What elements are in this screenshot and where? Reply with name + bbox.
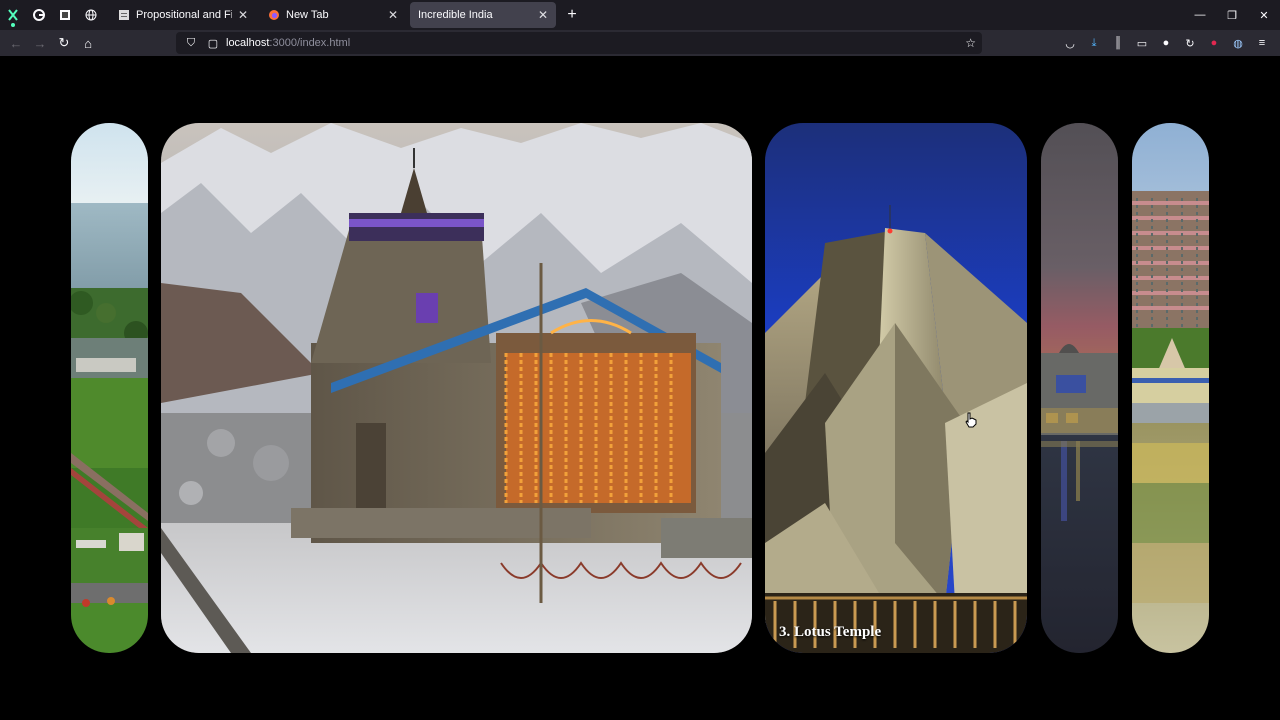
pinned-tab-google[interactable] [26, 0, 52, 30]
window-controls: — ❐ ✕ [1184, 0, 1280, 30]
library-icon[interactable]: ║ [1106, 37, 1130, 49]
page-info-icon[interactable]: ▢ [206, 37, 220, 50]
document-icon [119, 10, 129, 20]
hand-cursor-icon [965, 412, 977, 428]
tab-title: New Tab [286, 9, 329, 21]
forward-arrow-icon[interactable]: → [28, 31, 52, 55]
home-icon[interactable]: ⌂ [76, 31, 100, 55]
new-tab-button[interactable]: + [558, 6, 586, 24]
shield-icon[interactable]: ⛉ [184, 37, 198, 50]
bookmark-star-icon[interactable]: ☆ [965, 36, 976, 50]
slider-card-5[interactable] [1132, 123, 1209, 653]
pinned-tab-x[interactable] [0, 0, 26, 30]
addon-red-icon[interactable]: ● [1202, 37, 1226, 49]
close-tab-icon[interactable]: ✕ [388, 8, 398, 22]
site-favicon-icon [60, 10, 70, 20]
slider-card-1[interactable] [71, 123, 148, 653]
slide-caption: 3. Lotus Temple [779, 624, 882, 640]
page-viewport: 3. Lotus Temple [0, 56, 1280, 720]
kedarnath-temple-image [161, 123, 752, 653]
toolbar-icons: ◡ ⤓ ║ ▭ ● ↻ ● ◍ ≡ [1058, 30, 1274, 56]
downloads-icon[interactable]: ⤓ [1082, 37, 1106, 50]
close-tab-icon[interactable]: ✕ [538, 8, 548, 22]
slider-card-3[interactable]: 3. Lotus Temple [765, 123, 1027, 653]
slider-card-2[interactable] [161, 123, 752, 653]
tab-title: Incredible India [418, 9, 493, 21]
coastal-park-image [71, 123, 148, 653]
globe-icon [85, 9, 97, 21]
x-logo-icon [8, 9, 18, 21]
pinned-tab-globe[interactable] [78, 0, 104, 30]
tab-title: Propositional and First Order Lo [136, 9, 232, 21]
pocket-icon[interactable]: ◡ [1058, 37, 1082, 50]
back-arrow-icon[interactable]: ← [4, 31, 28, 55]
url-host: localhost [226, 37, 270, 49]
lake-palace-image [1041, 123, 1118, 653]
navigation-toolbar: ← → ↻ ⌂ ⛉ ▢ localhost:3000/index.html ☆ … [0, 30, 1280, 56]
tab-incredible-india[interactable]: Incredible India ✕ [410, 2, 556, 28]
google-icon [33, 9, 45, 21]
gopuram-temple-image [1132, 123, 1209, 653]
reload-icon[interactable]: ↻ [52, 31, 76, 55]
address-bar[interactable]: ⛉ ▢ localhost:3000/index.html ☆ [176, 32, 982, 54]
extension-icon[interactable]: ● [1154, 37, 1178, 49]
pinned-tab-site[interactable] [52, 0, 78, 30]
minimize-icon[interactable]: — [1184, 0, 1216, 30]
close-window-icon[interactable]: ✕ [1248, 0, 1280, 30]
url-path: :3000/index.html [269, 37, 351, 49]
lotus-temple-image [765, 123, 1027, 653]
slider-card-4[interactable] [1041, 123, 1118, 653]
tab-strip: Propositional and First Order Lo ✕ New T… [0, 0, 1280, 30]
close-tab-icon[interactable]: ✕ [238, 8, 248, 22]
restore-icon[interactable]: ❐ [1216, 0, 1248, 30]
sync-icon[interactable]: ↻ [1178, 37, 1202, 50]
tab-propositional-logic[interactable]: Propositional and First Order Lo ✕ [110, 2, 256, 28]
firefox-icon [269, 10, 279, 20]
sidebar-icon[interactable]: ▭ [1130, 37, 1154, 50]
menu-icon[interactable]: ≡ [1250, 37, 1274, 49]
account-icon[interactable]: ◍ [1226, 37, 1250, 50]
tab-new-tab[interactable]: New Tab ✕ [260, 2, 406, 28]
